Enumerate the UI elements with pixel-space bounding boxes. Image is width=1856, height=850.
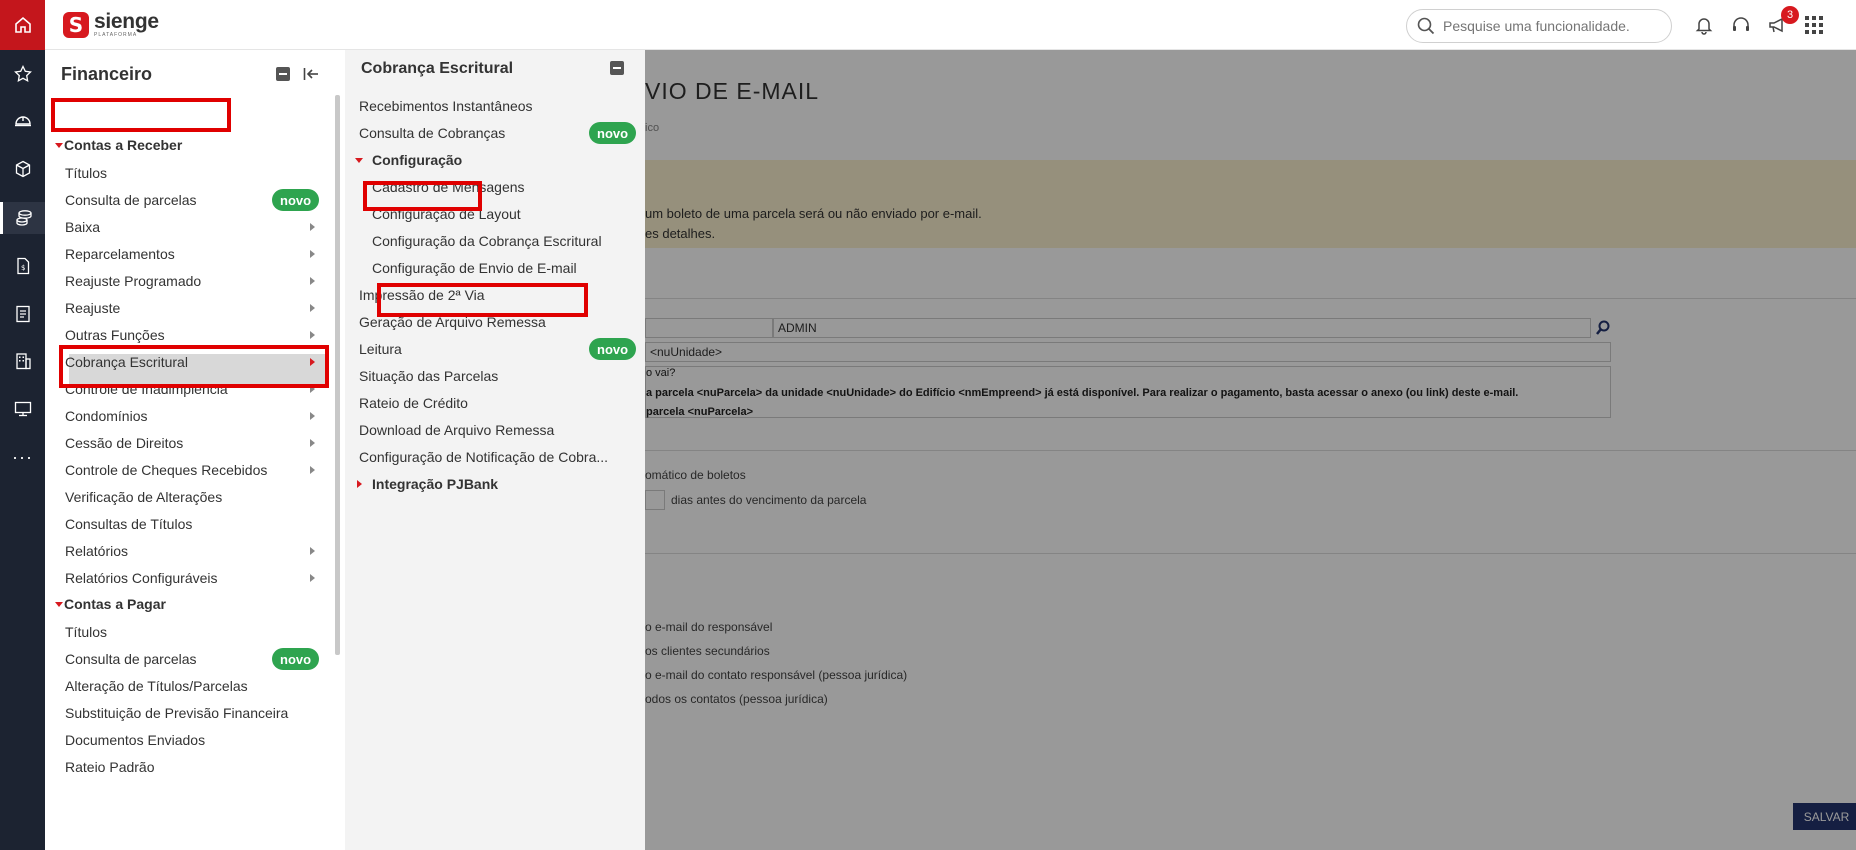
menu-item-label: Leitura [359,341,402,357]
menu-item-label: Configuração de Envio de E-mail [372,260,577,276]
sienge-logo[interactable]: S sienge PLATAFORMA [63,11,159,38]
notification-badge: 3 [1781,6,1799,24]
menu-item-label: Baixa [65,219,101,235]
report-icon[interactable] [0,298,45,330]
logo-name: sienge [94,10,159,33]
menu-item-label: Contas a Receber [64,137,183,153]
menu-item-label: Download de Arquivo Remessa [359,422,555,438]
caret-down-icon [55,143,63,148]
menu-item-label: Rateio de Crédito [359,395,468,411]
building-icon[interactable] [0,345,45,377]
menu-item-label: Reajuste Programado [65,273,202,289]
cobranca-submenu: Cobrança Escritural Recebimentos Instant… [345,50,645,850]
menu-item-label: Relatórios [65,543,129,559]
logo-mark-icon: S [63,11,89,38]
submenu-title: Cobrança Escritural [361,60,514,77]
new-badge: novo [589,338,637,360]
menu-item-label: Integração PJBank [372,476,499,492]
icon-rail: $ ··· [0,0,45,850]
chevron-right-icon [310,547,315,555]
menu-item-label: Substituição de Previsão Financeira [65,705,289,721]
new-badge: novo [272,648,320,670]
menu-item-rateio-padrao[interactable]: Rateio Padrão [45,751,335,783]
coins-icon[interactable] [0,202,45,234]
helmet-icon[interactable] [0,105,45,137]
chevron-right-icon [310,439,315,447]
menu-item-label: Condomínios [65,408,148,424]
chevron-right-icon [310,331,315,339]
menu-item-label: Alteração de Títulos/Parcelas [65,678,248,694]
star-icon[interactable] [0,58,45,90]
menu-item-label: Títulos [65,165,108,181]
menu-item-label: Recebimentos Instantâneos [359,98,533,114]
menu-item-label: Configuração [372,152,463,168]
menu-item-label: Controle de Cheques Recebidos [65,462,268,478]
collapse-icon[interactable] [609,60,625,76]
menu-item-label: Configuração da Cobrança Escritural [372,233,602,249]
menu-item-label: Configuração de Notificação de Cobra... [359,449,609,465]
cube-icon[interactable] [0,153,45,185]
menu-item-label: Consulta de Cobranças [359,125,506,141]
home-icon[interactable] [0,0,45,50]
menu-item-label: Reparcelamentos [65,246,175,262]
menu-item-label: Verificação de Alterações [65,489,223,505]
menu-title: Financeiro [61,64,153,84]
svg-text:$: $ [21,264,25,272]
monitor-icon[interactable] [0,393,45,425]
search-input[interactable] [1443,18,1653,34]
caret-down-icon [55,602,63,607]
chevron-right-icon [310,250,315,258]
menu-item-label: Consultas de Títulos [65,516,193,532]
highlight-box [59,345,329,388]
caret-right-icon [357,480,362,488]
chevron-right-icon [310,304,315,312]
menu-item-label: Contas a Pagar [64,596,166,612]
financeiro-menu: Financeiro Contas a Receber Títulos Consul… [45,50,345,850]
bell-icon[interactable] [1692,13,1716,37]
section-integracao-pjbank[interactable]: Integração PJBank [345,468,645,500]
menu-item-label: Documentos Enviados [65,732,206,748]
search-icon [1417,17,1435,35]
menu-item-label: Situação das Parcelas [359,368,499,384]
chevron-right-icon [310,466,315,474]
more-icon[interactable]: ··· [0,441,45,473]
menu-item-label: Relatórios Configuráveis [65,570,218,586]
menu-item-label: Consulta de parcelas [65,651,197,667]
collapse-icon[interactable] [275,66,291,82]
document-icon[interactable]: $ [0,250,45,282]
chevron-right-icon [310,574,315,582]
highlight-box [363,181,482,211]
menu-item-label: Títulos [65,624,108,640]
modal-overlay[interactable] [645,50,1856,850]
headset-icon[interactable] [1729,13,1753,37]
highlight-box [377,283,588,317]
apps-grid-icon[interactable] [1802,13,1826,37]
logo-subtitle: PLATAFORMA [94,32,138,38]
new-badge: novo [589,122,637,144]
caret-down-icon [355,158,363,163]
menu-item-label: Consulta de parcelas [65,192,197,208]
chevron-right-icon [310,412,315,420]
top-header: S sienge PLATAFORMA 3 [45,0,1856,50]
new-badge: novo [272,189,320,211]
highlight-box [51,98,231,132]
menu-item-label: Rateio Padrão [65,759,155,775]
menu-item-label: Reajuste [65,300,121,316]
chevron-right-icon [310,277,315,285]
menu-item-label: Outras Funções [65,327,165,343]
chevron-right-icon [310,223,315,231]
search-box[interactable] [1406,9,1672,43]
scrollbar[interactable] [335,95,340,655]
menu-item-label: Cessão de Direitos [65,435,184,451]
hide-menu-icon[interactable] [303,66,319,82]
